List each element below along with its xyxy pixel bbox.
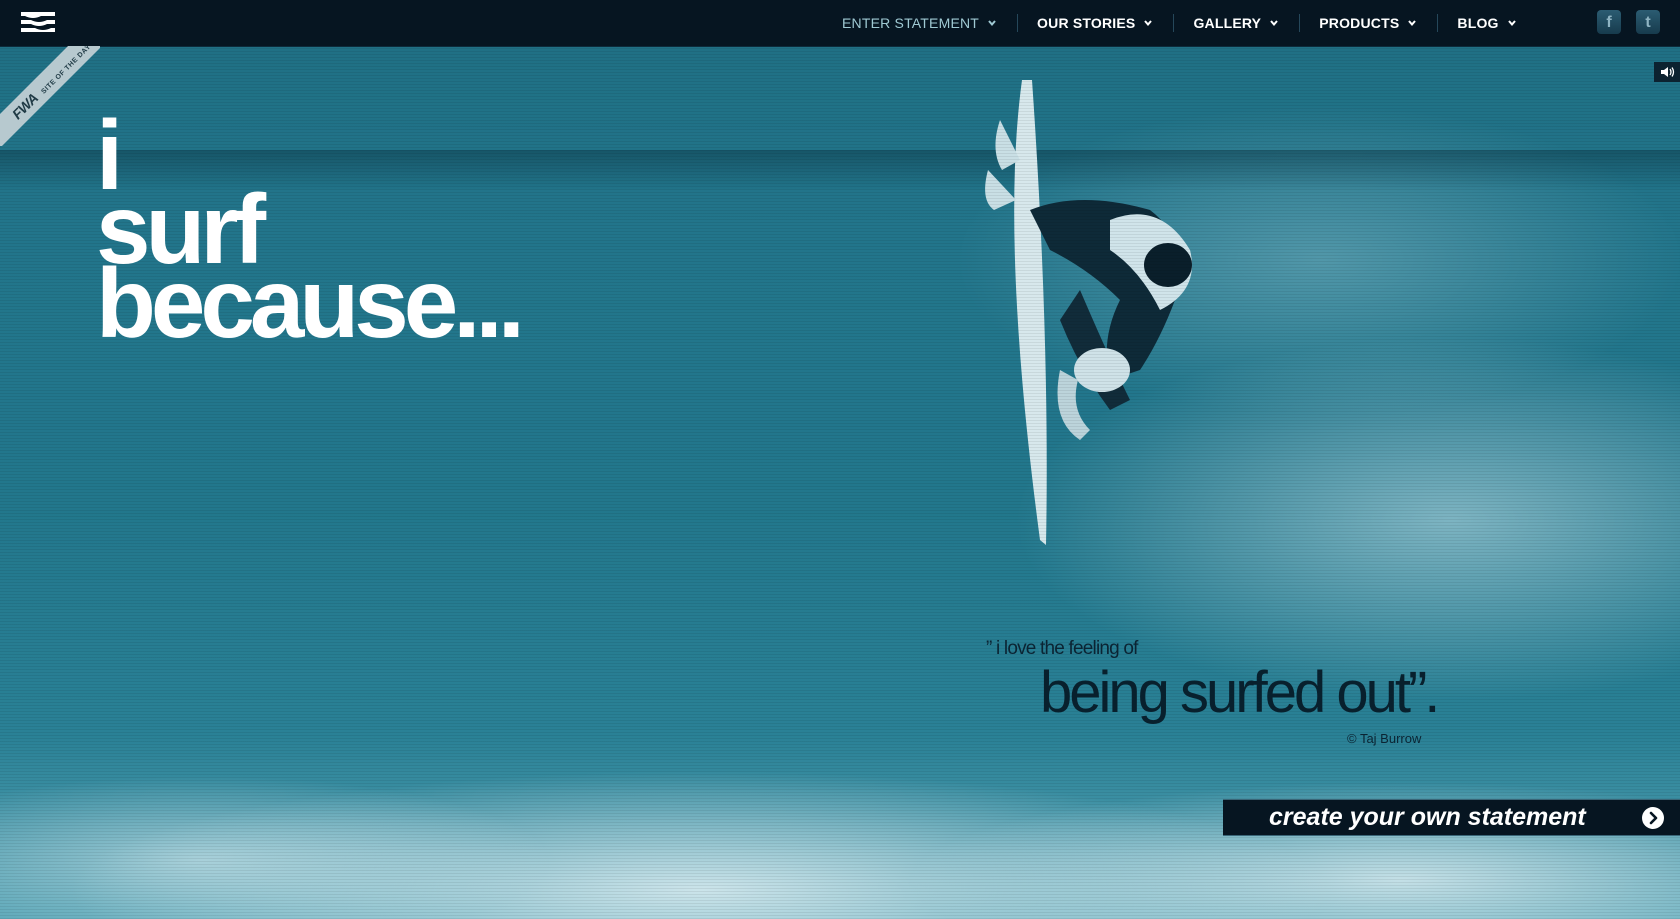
fwa-award-text: SITE OF THE DAY [40, 46, 93, 96]
fwa-award-ribbon[interactable]: FWA SITE OF THE DAY [0, 46, 100, 146]
chevron-down-icon [988, 20, 996, 27]
create-statement-button[interactable]: create your own statement [1223, 799, 1680, 836]
chevron-down-icon [1144, 20, 1153, 27]
quote-credit: © Taj Burrow [1347, 731, 1422, 746]
nav-label: OUR STORIES [1037, 15, 1136, 31]
surfer-image [985, 80, 1192, 545]
nav-label: PRODUCTS [1319, 15, 1400, 31]
quote-main: being surfed out”. [1040, 660, 1440, 725]
nav-label: GALLERY [1193, 15, 1262, 31]
chevron-down-icon [1408, 20, 1417, 27]
speaker-icon[interactable] [1654, 62, 1680, 82]
nav-label: ENTER STATEMENT [842, 15, 980, 31]
fwa-logo: FWA [8, 89, 42, 123]
billabong-logo-icon[interactable] [19, 9, 57, 35]
arrow-right-circle-icon [1642, 807, 1664, 829]
main-nav: ENTER STATEMENT OUR STORIES GALLERY PROD… [822, 0, 1537, 46]
nav-products[interactable]: PRODUCTS [1299, 0, 1437, 46]
chevron-down-icon [1507, 20, 1516, 27]
headline: i surf because... [96, 106, 525, 358]
nav-blog[interactable]: BLOG [1437, 0, 1536, 46]
nav-label: BLOG [1457, 15, 1499, 31]
quote-intro: ” i love the feeling of [986, 638, 1138, 659]
page: ENTER STATEMENT OUR STORIES GALLERY PROD… [0, 0, 1680, 919]
twitter-icon[interactable]: t [1636, 10, 1660, 34]
cta-label: create your own statement [1269, 803, 1586, 831]
nav-enter-statement[interactable]: ENTER STATEMENT [822, 0, 1017, 46]
fwa-band: FWA SITE OF THE DAY [0, 46, 100, 146]
nav-gallery[interactable]: GALLERY [1173, 0, 1299, 46]
chevron-down-icon [1270, 20, 1278, 27]
facebook-icon[interactable]: f [1597, 10, 1621, 34]
nav-our-stories[interactable]: OUR STORIES [1017, 0, 1173, 46]
headline-line-3: because... [96, 248, 525, 358]
top-navigation-bar: ENTER STATEMENT OUR STORIES GALLERY PROD… [0, 0, 1680, 47]
